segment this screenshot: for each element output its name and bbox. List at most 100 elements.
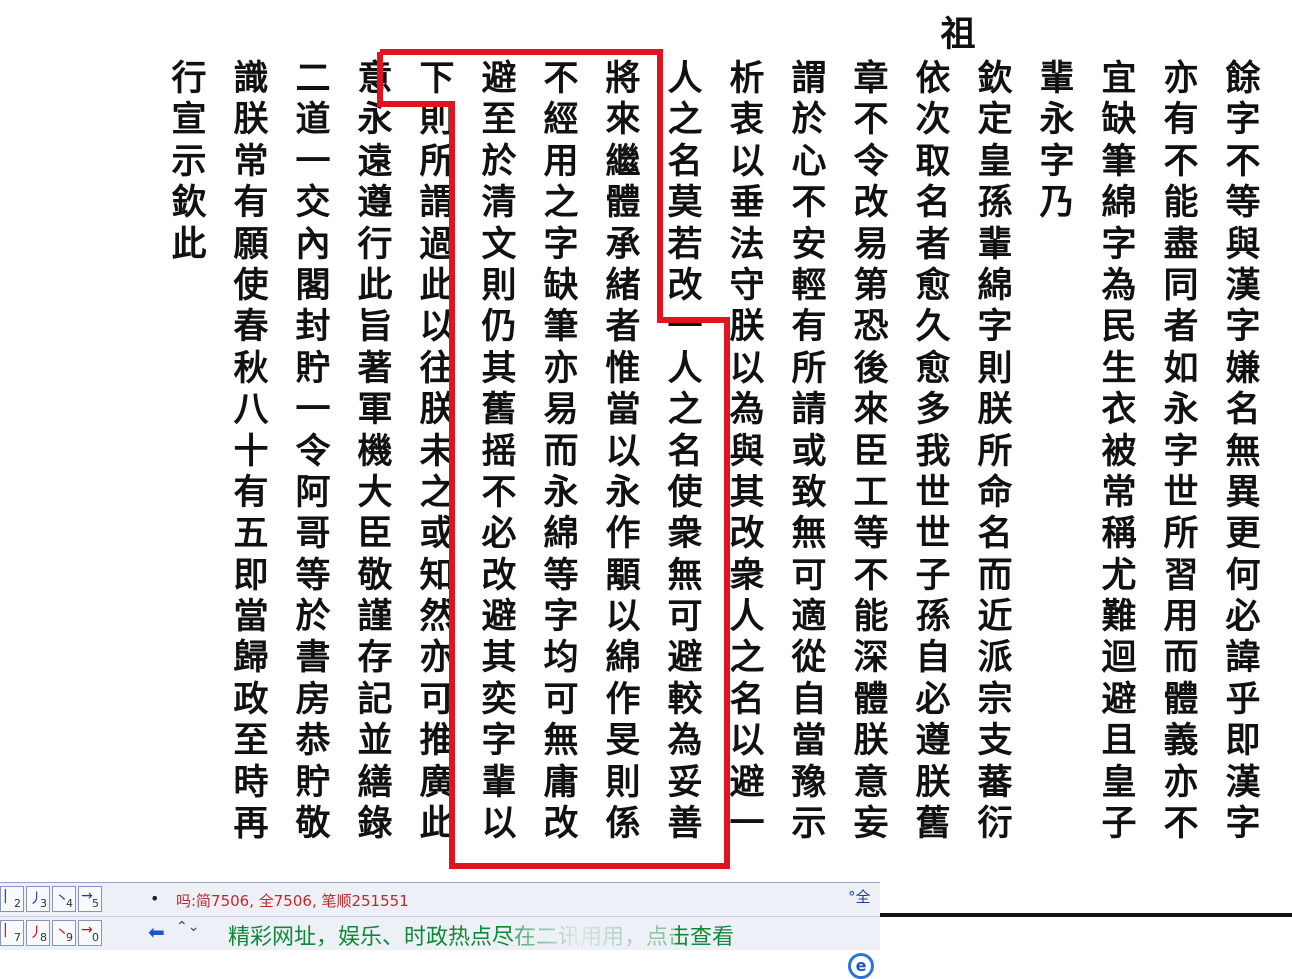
- text-character: 妄: [853, 803, 889, 845]
- page-updown-icon[interactable]: ⌃⌄: [176, 920, 199, 934]
- text-character: 亦: [1163, 761, 1199, 803]
- text-character: 名: [977, 513, 1013, 555]
- stroke-key-2[interactable]: | 2: [0, 886, 24, 912]
- text-character: 近: [977, 596, 1013, 638]
- text-character: 即: [1225, 720, 1261, 762]
- text-character: 其: [481, 347, 517, 389]
- text-character: 字: [1163, 430, 1199, 472]
- stroke-key-5[interactable]: → 5: [78, 886, 102, 912]
- stroke-key-0[interactable]: → 0: [78, 920, 102, 946]
- text-character: 異: [1225, 471, 1261, 513]
- text-character: 繼: [605, 140, 641, 182]
- text-character: 遵: [915, 720, 951, 762]
- text-column: 亦有不能盡同者如永字世所習用而體義亦不: [1153, 58, 1209, 844]
- text-character: 字: [543, 596, 579, 638]
- ime-status-text: 吗:简7506, 全7506, 笔顺251551: [176, 892, 409, 910]
- text-character: 機: [357, 430, 393, 472]
- ime-row-bottom: | 7 丿 8 丶 9 → 0 ⬅ ⌃⌄ 精彩网址，娱乐、时政热点尽在二讯用用，…: [0, 916, 880, 979]
- text-character: 係: [605, 803, 641, 845]
- text-character: 其: [481, 637, 517, 679]
- text-character: 字: [1101, 223, 1137, 265]
- text-character: 之: [729, 637, 765, 679]
- text-character: 春: [233, 306, 269, 348]
- text-character: 朕: [419, 389, 455, 431]
- text-column: 人之名莫若改一人之名使衆無可避較為妥善: [657, 58, 713, 844]
- text-character: 以: [729, 347, 765, 389]
- text-character: 能: [1163, 182, 1199, 224]
- text-character: 敬: [357, 554, 393, 596]
- text-column: 依次取名者愈久愈多我世世子孫自必遵朕舊: [905, 58, 961, 844]
- text-character: 等: [853, 513, 889, 555]
- text-character: 永: [605, 471, 641, 513]
- text-character: 令: [853, 140, 889, 182]
- text-character: 章: [853, 58, 889, 99]
- stroke-key-7[interactable]: | 7: [0, 920, 24, 946]
- text-character: 輩: [977, 223, 1013, 265]
- back-arrow-icon[interactable]: ⬅: [148, 920, 165, 944]
- text-character: 衍: [977, 803, 1013, 845]
- text-character: 願: [233, 223, 269, 265]
- text-character: 人: [729, 596, 765, 638]
- text-character: 莫: [667, 182, 703, 224]
- text-character: 綿: [605, 637, 641, 679]
- text-character: 則: [977, 347, 1013, 389]
- text-character: 避: [667, 637, 703, 679]
- full-width-toggle[interactable]: °全: [848, 886, 871, 907]
- stroke-glyph: 丿: [29, 925, 43, 941]
- text-character: 行: [357, 223, 393, 265]
- text-character: 貯: [295, 761, 331, 803]
- text-character: 嫌: [1225, 347, 1261, 389]
- stroke-key-8[interactable]: 丿 8: [26, 920, 50, 946]
- text-character: 依: [915, 58, 951, 99]
- text-character: 體: [605, 182, 641, 224]
- text-character: 尤: [1101, 554, 1137, 596]
- text-character: 且: [1101, 720, 1137, 762]
- text-character: 旨: [357, 306, 393, 348]
- text-character: 易: [853, 223, 889, 265]
- text-character: 有: [233, 182, 269, 224]
- text-character: 無: [667, 554, 703, 596]
- text-character: 此: [419, 264, 455, 306]
- text-character: 字: [977, 306, 1013, 348]
- text-column: 不經用之字缺筆亦易而永綿等字均可無庸改: [533, 58, 589, 844]
- text-character: 孫: [977, 182, 1013, 224]
- text-column: 宜缺筆綿字為民生衣被常稱尤難迴避且皇子: [1091, 58, 1147, 844]
- text-character: 深: [853, 637, 889, 679]
- text-character: 必: [1225, 596, 1261, 638]
- text-character: 遵: [357, 182, 393, 224]
- ime-candidate-bar[interactable]: | 2 丿 3 丶 4 → 5 • 吗:简7506, 全7506, 笔顺2515…: [0, 882, 880, 979]
- text-character: 作: [605, 513, 641, 555]
- text-character: 難: [1101, 596, 1137, 638]
- top-fragment-character: 祖: [940, 14, 976, 55]
- text-character: 永: [1163, 389, 1199, 431]
- ie-browser-icon[interactable]: e: [848, 953, 874, 979]
- stroke-key-9[interactable]: 丶 9: [52, 920, 76, 946]
- text-character: 者: [915, 223, 951, 265]
- text-character: 定: [977, 99, 1013, 141]
- text-character: 避: [481, 58, 517, 99]
- text-character: 宗: [977, 678, 1013, 720]
- text-character: 名: [667, 430, 703, 472]
- dot-icon[interactable]: •: [150, 889, 159, 908]
- text-column: 輩永字乃: [1029, 58, 1085, 224]
- text-character: 來: [853, 389, 889, 431]
- stroke-key-3[interactable]: 丿 3: [26, 886, 50, 912]
- text-character: 貯: [295, 347, 331, 389]
- text-character: 等: [1225, 182, 1261, 224]
- text-column: 識朕常有願使春秋八十有五即當歸政至時再: [223, 58, 279, 844]
- text-character: 奕: [481, 678, 517, 720]
- text-character: 知: [419, 554, 455, 596]
- text-character: 必: [481, 513, 517, 555]
- text-character: 經: [543, 99, 579, 141]
- text-character: 朕: [915, 761, 951, 803]
- text-character: 字: [1225, 803, 1261, 845]
- text-character: 大: [357, 471, 393, 513]
- text-character: 當: [233, 596, 269, 638]
- stroke-key-4[interactable]: 丶 4: [52, 886, 76, 912]
- text-character: 朕: [729, 306, 765, 348]
- stroke-glyph: 丶: [55, 891, 69, 907]
- text-character: 盡: [1163, 223, 1199, 265]
- text-character: 心: [791, 140, 827, 182]
- text-character: 從: [791, 637, 827, 679]
- text-character: 名: [729, 678, 765, 720]
